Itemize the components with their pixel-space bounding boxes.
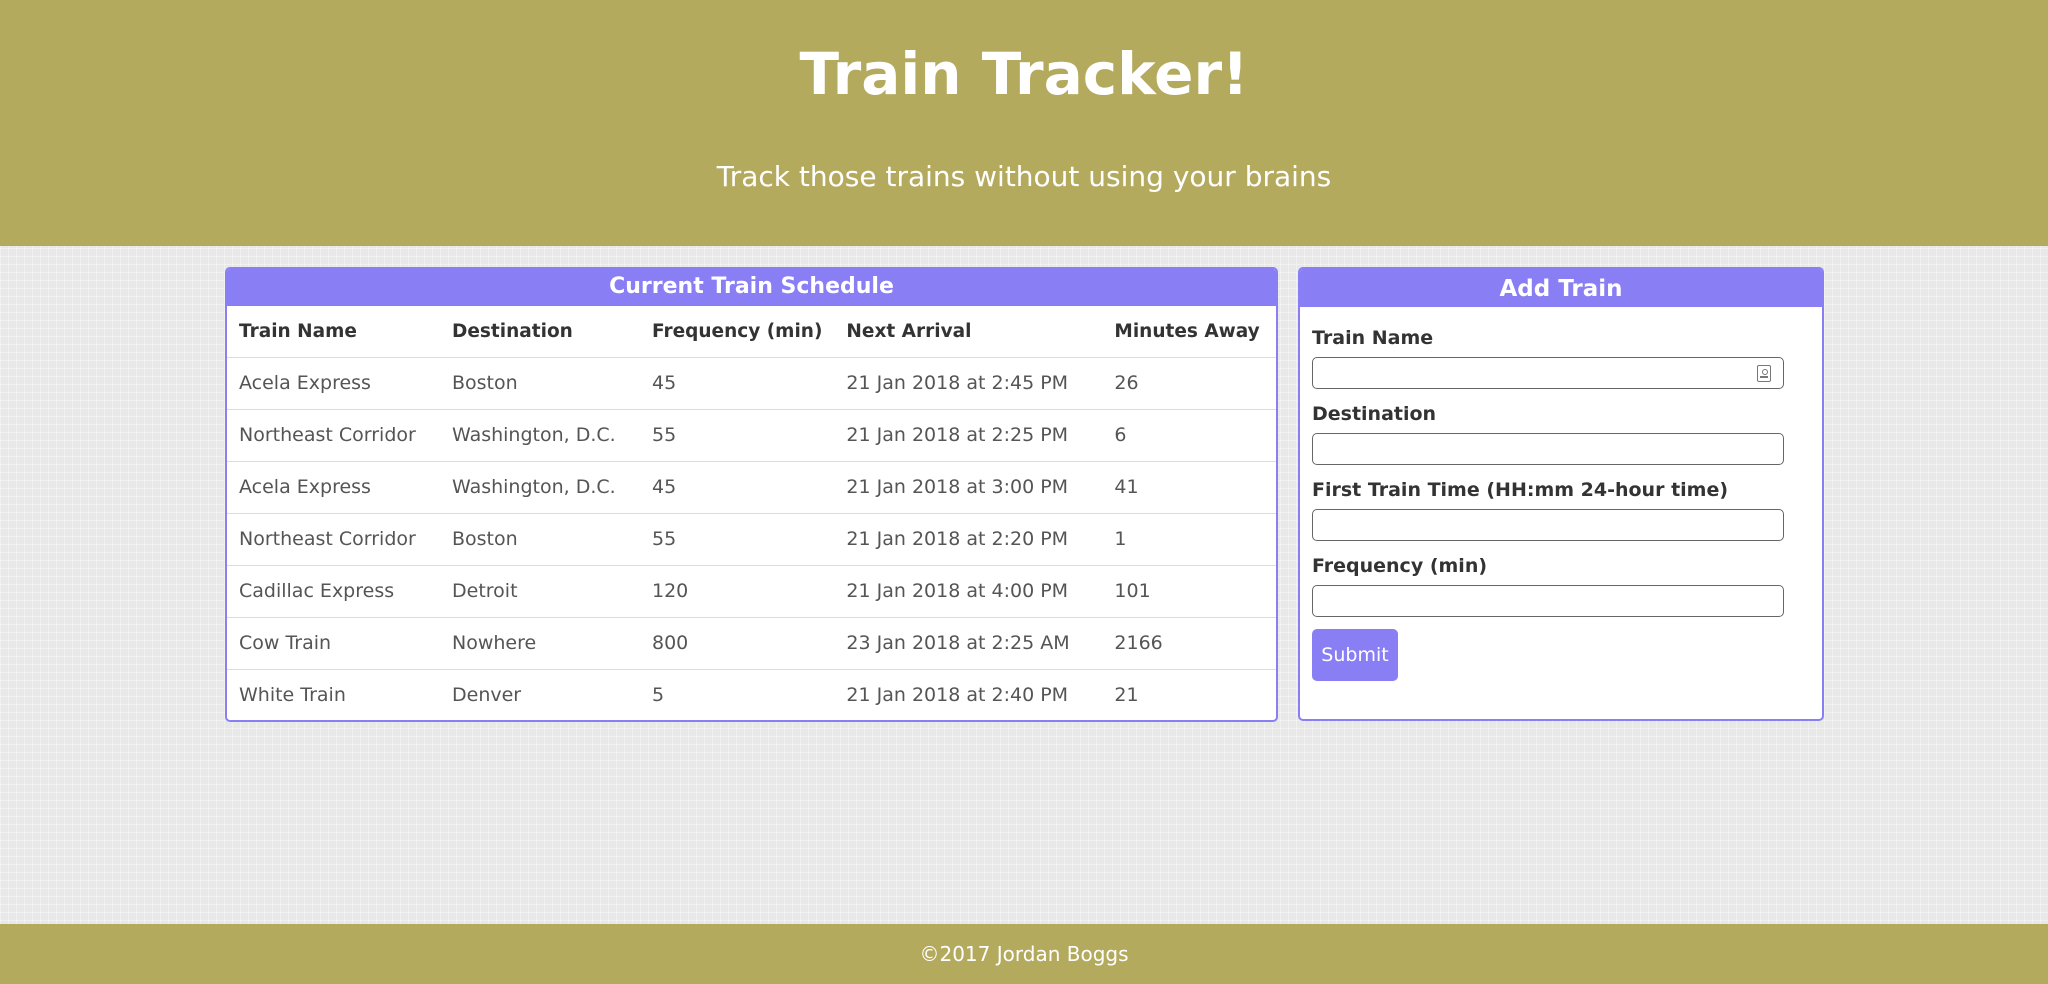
schedule-heading: Current Train Schedule	[227, 269, 1276, 306]
cell-frequency: 5	[640, 668, 835, 720]
cell-frequency: 45	[640, 356, 835, 409]
cell-frequency: 800	[640, 616, 835, 669]
first-train-time-label: First Train Time (HH:mm 24-hour time)	[1312, 479, 1729, 501]
cell-next-arrival: 23 Jan 2018 at 2:25 AM	[834, 616, 1103, 669]
cell-minutes-away: 41	[1102, 460, 1276, 513]
cell-frequency: 45	[640, 460, 835, 513]
train-name-field-wrapper	[1312, 357, 1784, 389]
frequency-label: Frequency (min)	[1312, 555, 1488, 577]
table-header-row: Train Name Destination Frequency (min) N…	[227, 306, 1276, 357]
column-header-minutes-away: Minutes Away	[1114, 320, 1260, 342]
cell-minutes-away: 6	[1102, 408, 1276, 461]
add-train-panel: Add Train Train Name Destination First T…	[1298, 267, 1824, 721]
destination-label: Destination	[1312, 403, 1437, 425]
cell-next-arrival: 21 Jan 2018 at 2:20 PM	[834, 512, 1103, 565]
frequency-input[interactable]	[1313, 586, 1783, 616]
first-train-time-input[interactable]	[1313, 510, 1783, 540]
column-header-frequency: Frequency (min)	[652, 320, 823, 342]
table-row: Northeast Corridor Boston 55 21 Jan 2018…	[227, 512, 1276, 565]
cell-destination: Boston	[440, 512, 640, 565]
cell-next-arrival: 21 Jan 2018 at 2:45 PM	[834, 356, 1103, 409]
submit-button[interactable]: Submit	[1312, 629, 1398, 681]
cell-destination: Washington, D.C.	[440, 408, 640, 461]
cell-next-arrival: 21 Jan 2018 at 4:00 PM	[834, 564, 1103, 617]
column-header-train-name: Train Name	[239, 320, 357, 342]
cell-minutes-away: 1	[1102, 512, 1276, 565]
cell-destination: Boston	[440, 356, 640, 409]
header: Train Tracker! Track those trains withou…	[0, 0, 2048, 246]
cell-frequency: 120	[640, 564, 835, 617]
table-row: Acela Express Boston 45 21 Jan 2018 at 2…	[227, 356, 1276, 409]
first-train-time-field-wrapper	[1312, 509, 1784, 541]
footer: ©2017 Jordan Boggs	[0, 924, 2048, 984]
train-name-label: Train Name	[1312, 327, 1434, 349]
cell-train-name: Acela Express	[227, 460, 440, 513]
cell-train-name: Cow Train	[227, 616, 440, 669]
cell-train-name: White Train	[227, 668, 440, 720]
cell-frequency: 55	[640, 408, 835, 461]
contact-card-icon[interactable]	[1757, 365, 1771, 382]
table-row: Acela Express Washington, D.C. 45 21 Jan…	[227, 460, 1276, 513]
cell-destination: Detroit	[440, 564, 640, 617]
table-row: White Train Denver 5 21 Jan 2018 at 2:40…	[227, 668, 1276, 720]
frequency-field-wrapper	[1312, 585, 1784, 617]
destination-field-wrapper	[1312, 433, 1784, 465]
cell-next-arrival: 21 Jan 2018 at 2:40 PM	[834, 668, 1103, 720]
train-name-input[interactable]	[1313, 358, 1783, 388]
cell-destination: Denver	[440, 668, 640, 720]
cell-frequency: 55	[640, 512, 835, 565]
cell-next-arrival: 21 Jan 2018 at 2:25 PM	[834, 408, 1103, 461]
column-header-destination: Destination	[452, 320, 573, 342]
schedule-table: Train Name Destination Frequency (min) N…	[227, 306, 1276, 720]
cell-train-name: Acela Express	[227, 356, 440, 409]
add-train-heading: Add Train	[1300, 269, 1822, 307]
cell-minutes-away: 101	[1102, 564, 1276, 617]
cell-minutes-away: 2166	[1102, 616, 1276, 669]
schedule-panel: Current Train Schedule Train Name Destin…	[225, 267, 1278, 722]
destination-input[interactable]	[1313, 434, 1783, 464]
cell-destination: Washington, D.C.	[440, 460, 640, 513]
cell-next-arrival: 21 Jan 2018 at 3:00 PM	[834, 460, 1103, 513]
cell-destination: Nowhere	[440, 616, 640, 669]
page-subtitle: Track those trains without using your br…	[716, 160, 1332, 193]
add-train-form: Train Name Destination First Train Time …	[1300, 307, 1822, 681]
cell-train-name: Northeast Corridor	[227, 512, 440, 565]
page-title: Train Tracker!	[799, 40, 1249, 108]
cell-train-name: Cadillac Express	[227, 564, 440, 617]
table-row: Cow Train Nowhere 800 23 Jan 2018 at 2:2…	[227, 616, 1276, 669]
cell-minutes-away: 26	[1102, 356, 1276, 409]
cell-minutes-away: 21	[1102, 668, 1276, 720]
table-row: Cadillac Express Detroit 120 21 Jan 2018…	[227, 564, 1276, 617]
cell-train-name: Northeast Corridor	[227, 408, 440, 461]
table-row: Northeast Corridor Washington, D.C. 55 2…	[227, 408, 1276, 461]
column-header-next-arrival: Next Arrival	[846, 320, 972, 342]
footer-copyright: ©2017 Jordan Boggs	[919, 942, 1129, 966]
